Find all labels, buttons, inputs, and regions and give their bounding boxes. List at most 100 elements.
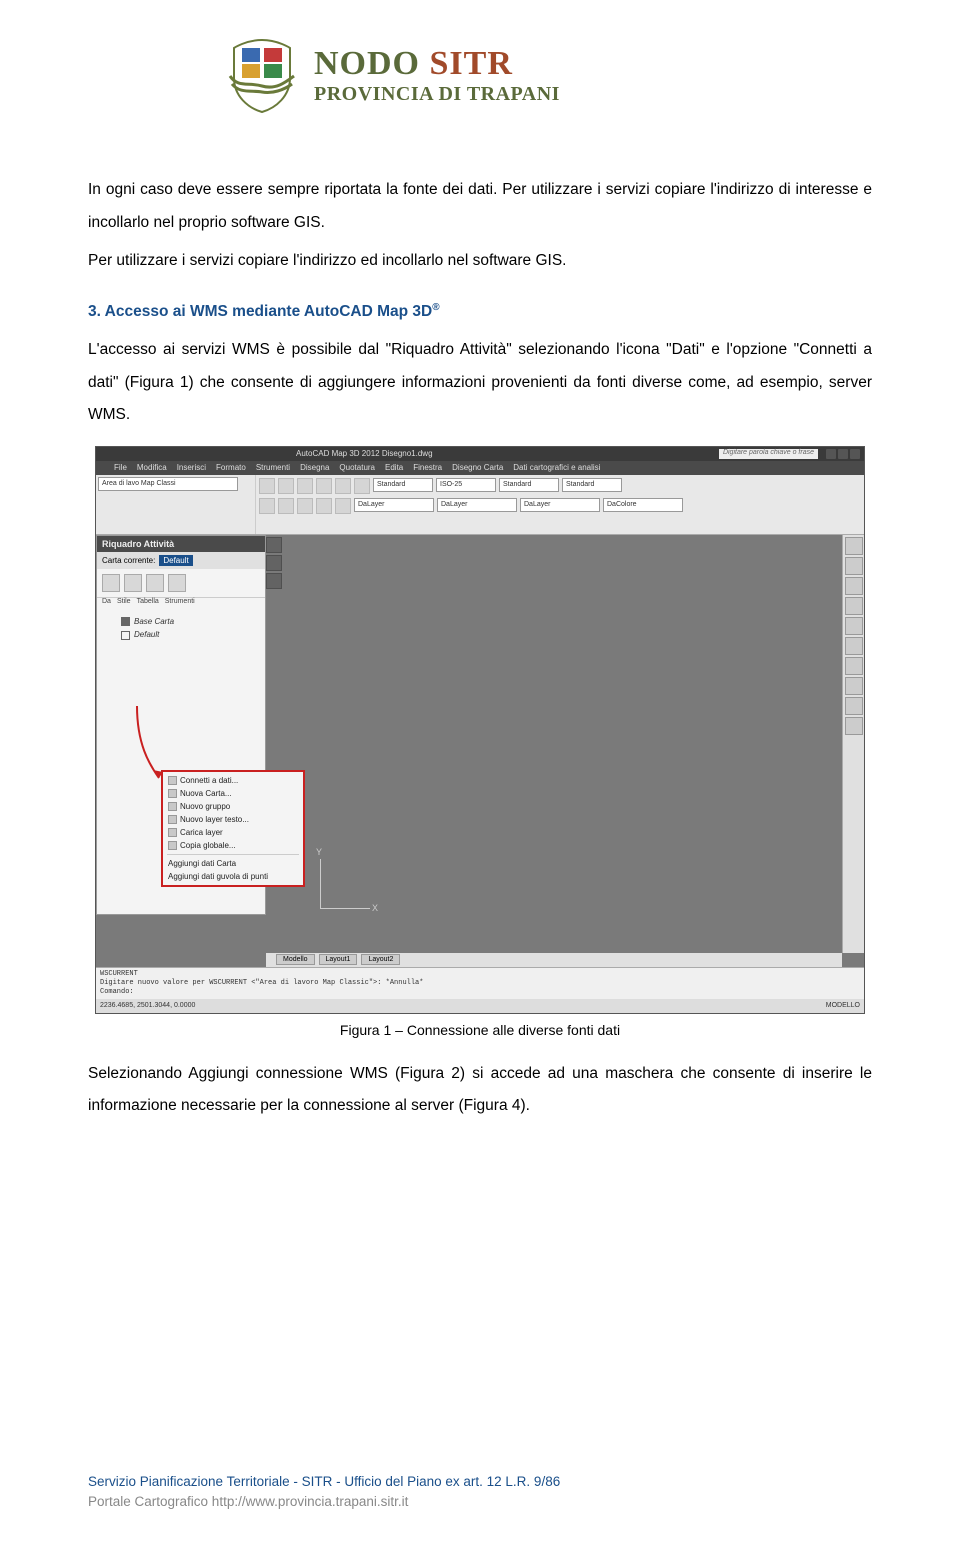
tool-icon[interactable] xyxy=(259,498,275,514)
menu-item[interactable]: Finestra xyxy=(413,463,442,472)
tool-icon[interactable] xyxy=(845,557,863,575)
standard-combo-2[interactable]: Standard xyxy=(562,478,622,492)
tool-icon[interactable] xyxy=(335,498,351,514)
brand-subtitle: PROVINCIA DI TRAPANI xyxy=(314,83,560,106)
tab-label: Strumenti xyxy=(165,598,195,605)
context-item-add-map-data[interactable]: Aggiungi dati Carta xyxy=(163,857,303,870)
connect-icon xyxy=(168,776,177,785)
layer-combo[interactable]: DaLayer xyxy=(520,498,600,512)
menubar: File Modifica Inserisci Formato Strument… xyxy=(96,461,864,475)
checkbox-icon[interactable] xyxy=(121,617,130,626)
tool-icon[interactable] xyxy=(278,478,294,494)
ribbon-left-combo[interactable]: Area di lavo Map Classi xyxy=(96,475,256,534)
menu-item[interactable]: Disegna xyxy=(300,463,329,472)
footer-line-1: Servizio Pianificazione Territoriale - S… xyxy=(88,1472,560,1492)
tool-icon[interactable] xyxy=(845,657,863,675)
tab-layout1[interactable]: Layout1 xyxy=(319,954,358,965)
workspace-combo[interactable]: Area di lavo Map Classi xyxy=(98,477,238,491)
command-line[interactable]: WSCURRENT Digitare nuovo valore per WSCU… xyxy=(96,967,864,999)
tree-item[interactable]: Default xyxy=(103,628,259,641)
context-item-new-group[interactable]: Nuovo gruppo xyxy=(163,800,303,813)
app-title: AutoCAD Map 3D 2012 Disegno1.dwg xyxy=(296,449,433,458)
menu-item[interactable]: Quotatura xyxy=(339,463,375,472)
tool-icon[interactable] xyxy=(266,537,282,553)
tool-icon[interactable] xyxy=(845,637,863,655)
tool-icon[interactable] xyxy=(266,555,282,571)
right-toolbar xyxy=(842,535,864,953)
menu-item[interactable]: Strumenti xyxy=(256,463,290,472)
menu-item[interactable]: Disegno Carta xyxy=(452,463,503,472)
tool-icon[interactable] xyxy=(845,597,863,615)
minimize-icon[interactable] xyxy=(826,449,836,459)
context-item-new-text-layer[interactable]: Nuovo layer testo... xyxy=(163,813,303,826)
data-tab-icon[interactable] xyxy=(102,574,120,592)
space-indicator[interactable]: MODELLO xyxy=(826,1002,860,1009)
tool-icon[interactable] xyxy=(259,478,275,494)
layer-combo[interactable]: DaLayer xyxy=(437,498,517,512)
tree-item[interactable]: Base Carta xyxy=(103,615,259,628)
tab-model[interactable]: Modello xyxy=(276,954,315,965)
tool-icon[interactable] xyxy=(316,498,332,514)
tool-icon[interactable] xyxy=(845,677,863,695)
tool-icon[interactable] xyxy=(845,537,863,555)
tool-icon[interactable] xyxy=(297,498,313,514)
tool-icon[interactable] xyxy=(354,478,370,494)
menu-item[interactable]: File xyxy=(114,463,127,472)
brand-nodo: NODO xyxy=(314,45,430,82)
color-combo[interactable]: DaColore xyxy=(603,498,683,512)
standard-combo[interactable]: Standard xyxy=(499,478,559,492)
tab-label: Stile xyxy=(117,598,131,605)
tool-icon[interactable] xyxy=(335,478,351,494)
menu-item[interactable]: Formato xyxy=(216,463,246,472)
map-icon xyxy=(168,789,177,798)
paragraph-2: Per utilizzare i servizi copiare l'indir… xyxy=(88,245,872,278)
task-pane-subheader: Carta corrente: Default xyxy=(97,552,265,569)
context-label: Copia globale... xyxy=(180,841,236,850)
search-input[interactable]: Digitare parola chiave o frase xyxy=(719,449,818,459)
tool-icon[interactable] xyxy=(845,697,863,715)
style-combo[interactable]: Standard xyxy=(373,478,433,492)
tool-icon[interactable] xyxy=(845,617,863,635)
tab-layout2[interactable]: Layout2 xyxy=(361,954,400,965)
tool-icon[interactable] xyxy=(845,717,863,735)
context-item-connect-data[interactable]: Connetti a dati... xyxy=(163,774,303,787)
tab-label: Tabella xyxy=(137,598,159,605)
tool-icon[interactable] xyxy=(845,577,863,595)
layer-combo[interactable]: DaLayer xyxy=(354,498,434,512)
cursor-coords: 2236.4685, 2501.3044, 0.0000 xyxy=(100,1002,195,1009)
crest-logo xyxy=(228,36,296,114)
menu-item[interactable]: Edita xyxy=(385,463,403,472)
tool-icon[interactable] xyxy=(316,478,332,494)
maximize-icon[interactable] xyxy=(838,449,848,459)
context-item-load-layer[interactable]: Carica layer xyxy=(163,826,303,839)
style-tab-icon[interactable] xyxy=(124,574,142,592)
tools-tab-icon[interactable] xyxy=(168,574,186,592)
context-item-new-map[interactable]: Nuova Carta... xyxy=(163,787,303,800)
group-icon xyxy=(168,802,177,811)
table-tab-icon[interactable] xyxy=(146,574,164,592)
context-item-add-point-cloud[interactable]: Aggiungi dati guvola di punti xyxy=(163,870,303,883)
menu-item[interactable]: Modifica xyxy=(137,463,167,472)
drawing-canvas[interactable]: Y X xyxy=(266,535,842,953)
close-icon[interactable] xyxy=(850,449,860,459)
tool-icon[interactable] xyxy=(278,498,294,514)
dimstyle-combo[interactable]: ISO-25 xyxy=(436,478,496,492)
annotation-arrow-icon xyxy=(135,704,165,784)
context-label: Connetti a dati... xyxy=(180,776,238,785)
checkbox-icon[interactable] xyxy=(121,631,130,640)
current-map-select[interactable]: Default xyxy=(159,555,192,566)
tree-label: Default xyxy=(134,630,159,639)
body-text: In ogni caso deve essere sempre riportat… xyxy=(88,174,872,432)
tab-label: Da xyxy=(102,598,111,605)
menu-item[interactable]: Inserisci xyxy=(177,463,206,472)
context-item-global-copy[interactable]: Copia globale... xyxy=(163,839,303,852)
tool-icon[interactable] xyxy=(297,478,313,494)
context-label: Carica layer xyxy=(180,828,223,837)
statusbar: 2236.4685, 2501.3044, 0.0000 MODELLO xyxy=(96,999,864,1013)
paragraph-4: Selezionando Aggiungi connessione WMS (F… xyxy=(88,1058,872,1123)
tool-icon[interactable] xyxy=(266,573,282,589)
menu-item[interactable]: Dati cartografici e analisi xyxy=(513,463,600,472)
task-pane-title: Riquadro Attività xyxy=(97,536,265,552)
heading-number: 3. xyxy=(88,303,101,320)
ribbon: Area di lavo Map Classi Standard ISO-25 … xyxy=(96,475,864,535)
